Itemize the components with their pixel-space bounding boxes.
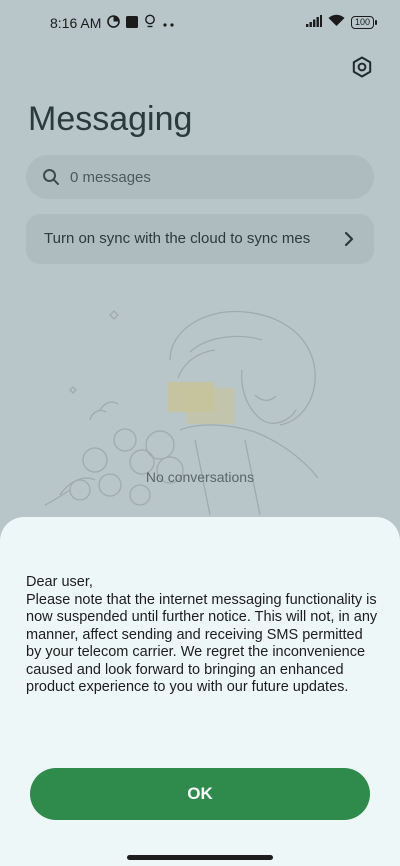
dialog-body: Please note that the internet messaging …	[26, 591, 378, 696]
empty-state-text: No conversations	[145, 469, 255, 485]
gear-hex-icon	[352, 56, 372, 78]
battery-icon: 100	[350, 15, 378, 29]
stop-square-icon	[126, 15, 139, 31]
status-right: 100	[305, 14, 378, 30]
search-bar[interactable]: 0 messages	[26, 155, 374, 199]
sync-banner-text: Turn on sync with the cloud to sync mess…	[44, 230, 310, 247]
wifi-icon	[328, 14, 345, 30]
status-bar: 8:16 AM 100	[0, 0, 400, 44]
notice-dialog: Dear user, Please note that the internet…	[0, 517, 400, 866]
dialog-greeting: Dear user,	[26, 574, 93, 590]
search-icon	[43, 169, 59, 185]
dialog-message: Dear user, Please note that the internet…	[26, 574, 378, 697]
sync-banner[interactable]: Turn on sync with the cloud to sync mess…	[26, 214, 374, 264]
more-dots-icon	[162, 15, 176, 31]
battery-level: 100	[354, 16, 370, 27]
settings-button[interactable]	[350, 55, 374, 79]
status-time: 8:16 AM	[50, 14, 102, 31]
data-saver-icon	[107, 14, 121, 31]
location-bulb-icon	[144, 14, 156, 31]
search-placeholder: 0 messages	[70, 168, 151, 186]
empty-state-illustration	[44, 310, 319, 516]
home-indicator[interactable]	[127, 855, 273, 860]
page-title: Messaging	[28, 100, 193, 138]
signal-icon	[305, 14, 322, 30]
ok-button[interactable]: OK	[30, 768, 370, 820]
chevron-right-icon	[344, 231, 354, 247]
status-left: 8:16 AM	[50, 14, 176, 31]
